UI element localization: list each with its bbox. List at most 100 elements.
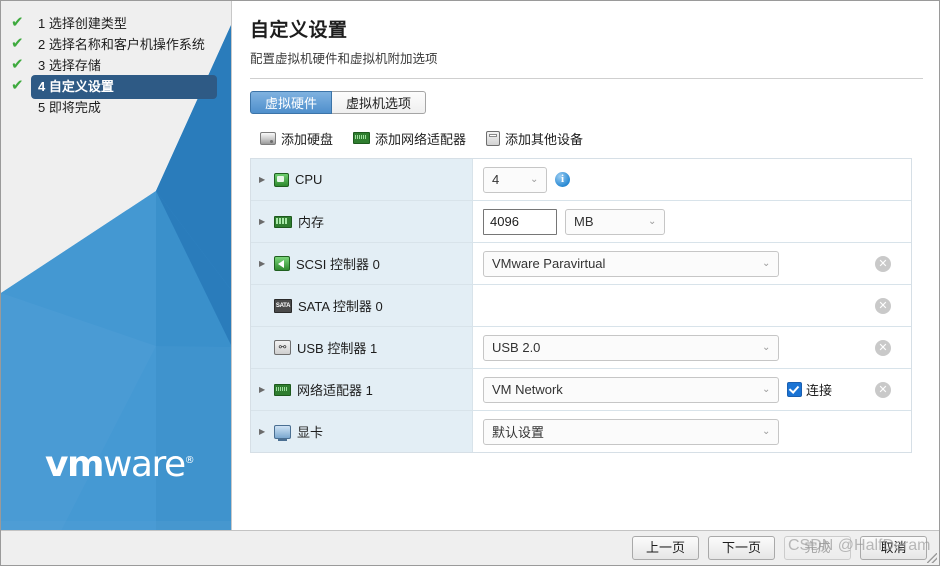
remove-usb-controller-button[interactable]: ✕ [875, 339, 891, 356]
check-icon: ✔ [11, 14, 24, 31]
table-row-cpu: ▶ CPU 4 ⌄ i [251, 159, 911, 201]
row-label-cpu[interactable]: ▶ CPU [251, 159, 473, 200]
network-value: VM Network [492, 382, 563, 397]
chevron-down-icon: ⌄ [648, 215, 657, 227]
title-divider [250, 78, 923, 79]
memory-icon [274, 215, 292, 228]
table-row-usb-controller-1: ⚯ USB 控制器 1 USB 2.0 ⌄ ✕ [251, 327, 911, 369]
table-row-scsi-controller-0: ▶ SCSI 控制器 0 VMware Paravirtual ⌄ ✕ [251, 243, 911, 285]
tab-vm-options[interactable]: 虚拟机选项 [332, 91, 427, 114]
vmware-logo-vm: vm [45, 444, 104, 485]
table-row-memory: ▶ 内存 MB ⌄ [251, 201, 911, 243]
add-hard-disk-label: 添加硬盘 [281, 131, 334, 147]
connect-checkbox-group[interactable]: 连接 [787, 380, 832, 399]
cpu-count-value: 4 [492, 172, 500, 187]
vmware-logo-ware: ware [102, 444, 186, 485]
sidebar-step-1[interactable]: ✔ 1 选择创建类型 [9, 12, 231, 33]
wizard-footer: 上一页 下一页 完成 取消 [1, 530, 939, 565]
usb-controller-type-value: USB 2.0 [492, 340, 541, 355]
registered-mark-icon: ® [184, 455, 195, 466]
row-label-text: CPU [295, 172, 323, 187]
chevron-down-icon: ⌄ [762, 425, 771, 437]
video-card-icon [274, 424, 291, 441]
finish-button: 完成 [784, 536, 851, 560]
chevron-right-icon[interactable]: ▶ [259, 259, 268, 268]
sidebar-step-4[interactable]: ✔ 4 自定义设置 [9, 75, 231, 99]
row-label-memory[interactable]: ▶ 内存 [251, 201, 473, 242]
row-value-scsi-controller-0: VMware Paravirtual ⌄ ✕ [473, 243, 911, 284]
network-adapter-icon [353, 132, 371, 144]
memory-unit-value: MB [574, 214, 594, 229]
info-icon[interactable]: i [555, 172, 570, 187]
scsi-controller-type-select[interactable]: VMware Paravirtual ⌄ [483, 250, 779, 277]
row-label-text: SCSI 控制器 0 [296, 257, 380, 272]
video-card-mode-select[interactable]: 默认设置 ⌄ [483, 418, 779, 445]
sidebar-step-5-label: 5 即将完成 [38, 100, 101, 115]
check-icon: ✔ [11, 56, 24, 73]
row-label-scsi-controller-0[interactable]: ▶ SCSI 控制器 0 [251, 243, 473, 284]
remove-scsi-controller-button[interactable]: ✕ [875, 255, 891, 272]
chevron-down-icon: ⌄ [762, 341, 771, 353]
table-row-video-card: ▶ 显卡 默认设置 ⌄ [251, 411, 911, 452]
scsi-controller-type-value: VMware Paravirtual [492, 256, 606, 271]
usb-controller-type-select[interactable]: USB 2.0 ⌄ [483, 334, 779, 361]
chevron-right-icon[interactable]: ▶ [259, 427, 268, 436]
row-value-memory: MB ⌄ [473, 201, 911, 242]
tab-bar: 虚拟硬件 虚拟机选项 [250, 91, 923, 114]
back-button[interactable]: 上一页 [632, 536, 699, 560]
row-label-sata-controller-0[interactable]: SATA SATA 控制器 0 [251, 285, 473, 326]
wizard-step-list: ✔ 1 选择创建类型 ✔ 2 选择名称和客户机操作系统 ✔ 3 选择存储 ✔ 4… [1, 1, 231, 117]
chevron-right-icon[interactable]: ▶ [259, 217, 268, 226]
row-value-usb-controller-1: USB 2.0 ⌄ ✕ [473, 327, 911, 368]
row-label-text: SATA 控制器 0 [298, 299, 383, 314]
row-label-video-card[interactable]: ▶ 显卡 [251, 411, 473, 452]
page-subtitle: 配置虚拟机硬件和虚拟机附加选项 [250, 52, 438, 66]
sidebar-step-3[interactable]: ✔ 3 选择存储 [9, 54, 231, 75]
row-label-text: 显卡 [297, 425, 324, 440]
chevron-right-icon[interactable]: ▶ [259, 175, 268, 184]
vm-wizard-window: ✔ 1 选择创建类型 ✔ 2 选择名称和客户机操作系统 ✔ 3 选择存储 ✔ 4… [0, 0, 940, 566]
add-other-device-label: 添加其他设备 [505, 131, 584, 147]
remove-network-adapter-button[interactable]: ✕ [875, 381, 891, 398]
add-network-adapter-label: 添加网络适配器 [375, 131, 467, 147]
row-label-text: 网络适配器 1 [297, 383, 373, 398]
sidebar-step-2[interactable]: ✔ 2 选择名称和客户机操作系统 [9, 33, 231, 54]
tab-virtual-hardware[interactable]: 虚拟硬件 [250, 91, 333, 114]
chevron-down-icon: ⌄ [762, 257, 771, 269]
network-select[interactable]: VM Network ⌄ [483, 376, 779, 403]
next-button[interactable]: 下一页 [708, 536, 775, 560]
remove-sata-controller-button[interactable]: ✕ [875, 297, 891, 314]
cpu-icon [274, 172, 289, 187]
row-value-video-card: 默认设置 ⌄ [473, 411, 911, 452]
video-card-mode-value: 默认设置 [492, 425, 545, 440]
row-label-text: 内存 [298, 215, 325, 230]
cancel-button[interactable]: 取消 [860, 536, 927, 560]
scsi-controller-icon [274, 256, 290, 271]
add-other-device-button[interactable]: 添加其他设备 [486, 129, 583, 148]
check-icon: ✔ [11, 35, 24, 52]
connect-checkbox-label: 连接 [806, 383, 833, 398]
vmware-logo: vmware® [45, 447, 195, 483]
wizard-sidebar: ✔ 1 选择创建类型 ✔ 2 选择名称和客户机操作系统 ✔ 3 选择存储 ✔ 4… [1, 1, 232, 531]
network-adapter-icon [274, 383, 291, 396]
wizard-content: 自定义设置 配置虚拟机硬件和虚拟机附加选项 虚拟硬件 虚拟机选项 添加硬盘 添加… [232, 1, 939, 531]
hard-disk-icon [260, 131, 276, 145]
row-label-usb-controller-1[interactable]: ⚯ USB 控制器 1 [251, 327, 473, 368]
hardware-toolbar: 添加硬盘 添加网络适配器 添加其他设备 [260, 128, 923, 148]
sata-controller-icon: SATA [274, 298, 292, 313]
cpu-count-select[interactable]: 4 ⌄ [483, 166, 547, 193]
chevron-down-icon: ⌄ [530, 173, 539, 185]
other-device-icon [486, 130, 501, 146]
add-network-adapter-button[interactable]: 添加网络适配器 [353, 129, 466, 148]
chevron-right-icon[interactable]: ▶ [259, 385, 268, 394]
row-label-text: USB 控制器 1 [297, 341, 378, 356]
connect-checkbox[interactable] [787, 382, 802, 397]
memory-size-input[interactable] [483, 208, 557, 235]
page-title: 自定义设置 [250, 20, 348, 41]
add-hard-disk-button[interactable]: 添加硬盘 [260, 129, 333, 148]
sidebar-step-5[interactable]: 5 即将完成 [9, 96, 231, 117]
row-label-network-adapter-1[interactable]: ▶ 网络适配器 1 [251, 369, 473, 410]
resize-grip[interactable] [927, 553, 937, 563]
memory-unit-select[interactable]: MB ⌄ [565, 208, 665, 235]
check-icon-placeholder [11, 96, 25, 117]
